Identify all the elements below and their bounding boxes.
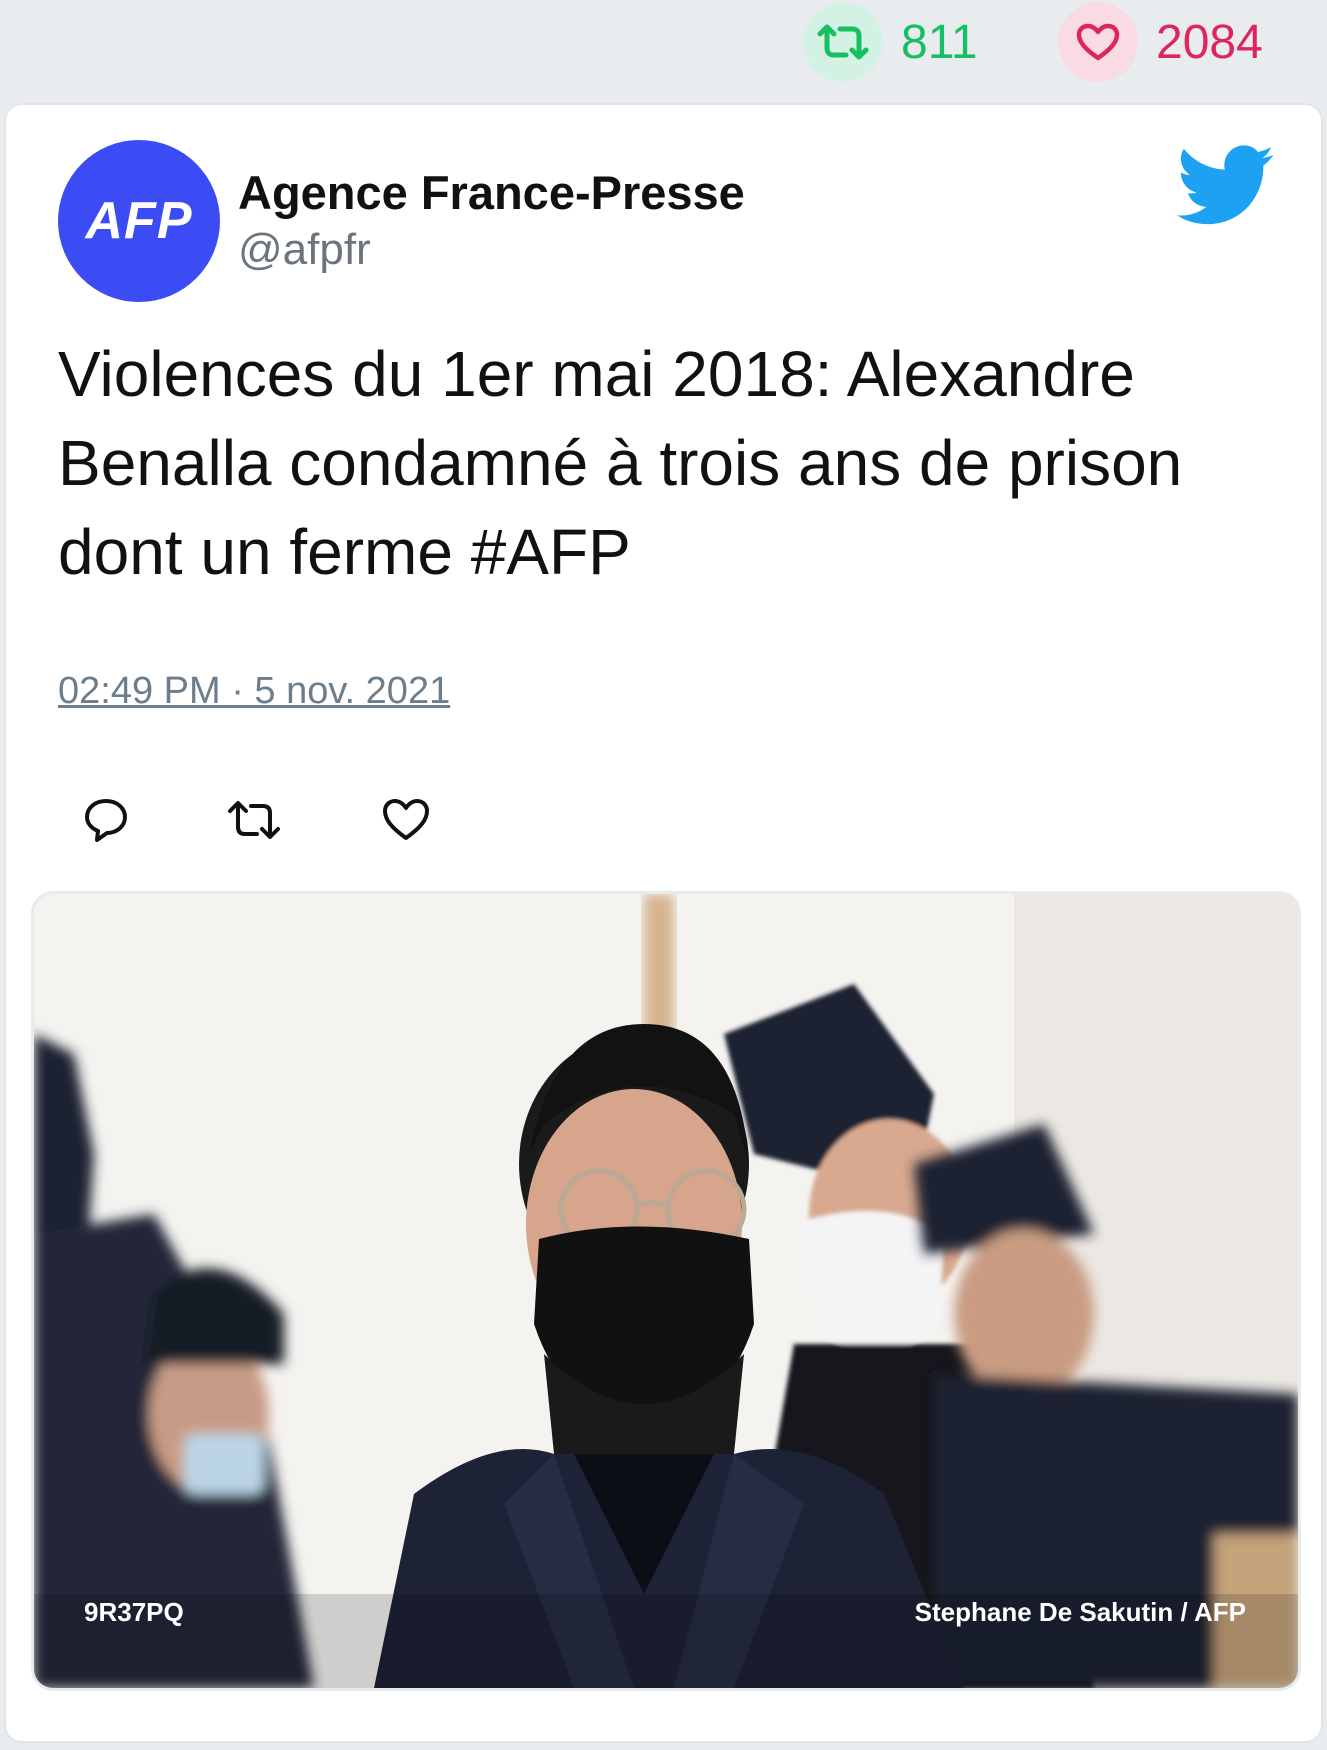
heart-icon bbox=[1058, 2, 1138, 82]
tweet-photo[interactable]: 9R37PQ Stephane De Sakutin / AFP bbox=[31, 891, 1301, 1691]
like-button[interactable] bbox=[376, 790, 436, 850]
avatar-logo-text: AFP bbox=[85, 192, 193, 250]
author-name[interactable]: Agence France-Presse bbox=[238, 165, 745, 220]
like-icon bbox=[383, 799, 429, 840]
retweet-button[interactable] bbox=[224, 790, 284, 850]
author-handle[interactable]: @afpfr bbox=[238, 225, 371, 275]
tweet-card: AFP Agence France-Presse @afpfr Violence… bbox=[4, 103, 1323, 1743]
tweet-text: Violences du 1er mai 2018: Alexandre Ben… bbox=[58, 338, 1183, 588]
photo-credit: Stephane De Sakutin / AFP bbox=[914, 1597, 1246, 1627]
like-stat[interactable]: 2084 bbox=[1058, 0, 1263, 84]
retweet-count: 811 bbox=[901, 15, 978, 69]
retweet-stat[interactable]: 811 bbox=[803, 0, 978, 84]
retweet-icon bbox=[228, 801, 280, 839]
twitter-bird-icon[interactable] bbox=[1176, 145, 1276, 227]
avatar[interactable]: AFP bbox=[58, 140, 220, 302]
like-count: 2084 bbox=[1156, 15, 1263, 69]
reply-icon bbox=[85, 799, 127, 842]
reply-button[interactable] bbox=[76, 790, 136, 850]
photo-code: 9R37PQ bbox=[84, 1597, 184, 1627]
tweet-timestamp[interactable]: 02:49 PM · 5 nov. 2021 bbox=[58, 670, 450, 713]
photo-image bbox=[34, 894, 1298, 1688]
retweet-icon bbox=[803, 2, 883, 82]
engagement-stats: 811 2084 bbox=[0, 0, 1327, 100]
